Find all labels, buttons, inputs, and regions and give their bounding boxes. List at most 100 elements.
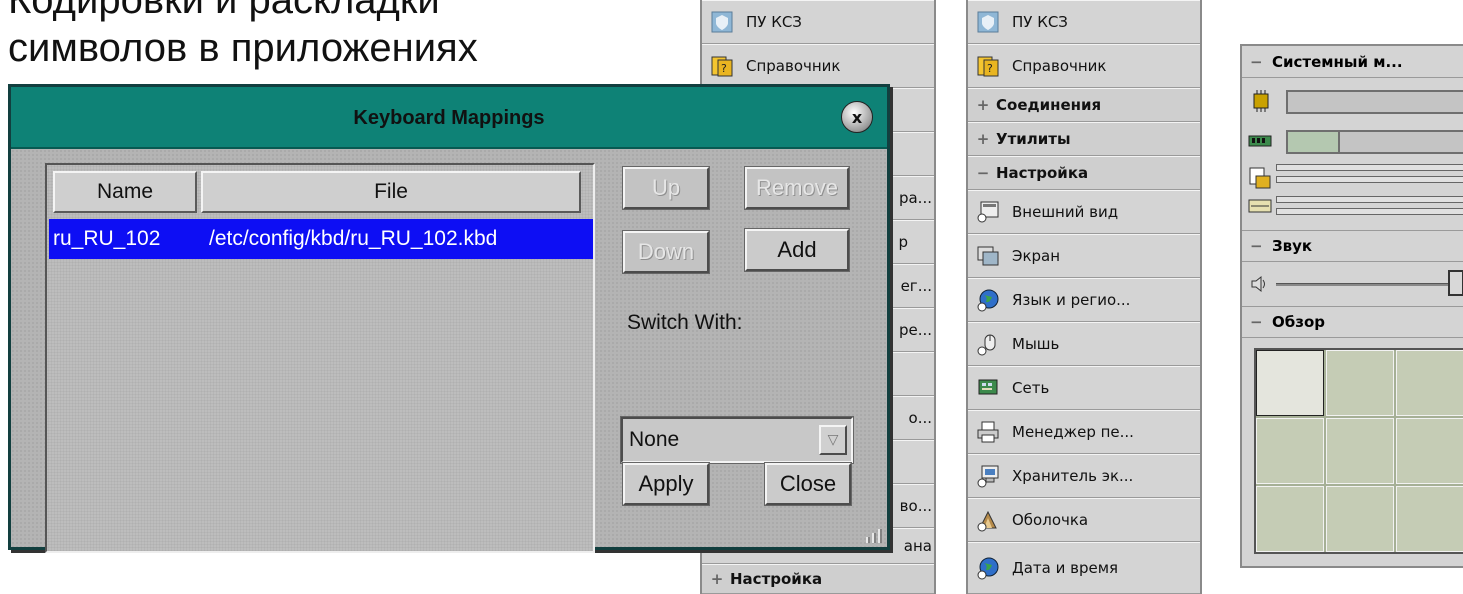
launcher-item-screensaver[interactable]: Хранитель эк... [968,454,1200,498]
launcher-item-fragment: о... [908,409,932,427]
switch-with-label: Switch With: [627,311,743,334]
dialog-title: Keyboard Mappings [353,107,545,129]
workspace-overview-grid [1254,348,1463,554]
chevron-down-icon[interactable]: ▽ [819,425,847,455]
launcher-item-print-manager[interactable]: Менеджер пе... [968,410,1200,454]
speaker-icon [1250,274,1270,298]
help-book-icon: ? [710,54,734,78]
launcher-item-shell[interactable]: Оболочка [968,498,1200,542]
disk-usage-bar [1276,176,1463,183]
collapse-icon: − [1250,52,1263,71]
apply-button[interactable]: Apply [622,462,710,506]
workspace-cell[interactable] [1396,418,1463,484]
volume-track[interactable] [1276,283,1463,286]
workspace-cell[interactable] [1326,486,1394,552]
shell-icon [976,508,1000,532]
expand-icon: + [976,130,990,148]
overview-header[interactable]: − Обзор [1242,306,1463,338]
memory-usage-bar [1286,130,1463,154]
swap-icon [1248,198,1272,218]
column-header-name[interactable]: Name [53,171,197,213]
launcher-item-label: Справочник [746,57,841,75]
launcher-item-fragment: ана [903,537,932,555]
expand-icon: + [976,96,990,114]
launcher-item-label: Менеджер пе... [1012,423,1134,441]
expand-icon: + [710,570,724,588]
dialog-titlebar[interactable]: Keyboard Mappings x [11,87,887,149]
table-row[interactable]: ru_RU_102 /etc/config/kbd/ru_RU_102.kbd [49,219,593,259]
globe-icon [976,288,1000,312]
cpu-usage-bar [1286,90,1463,114]
mapping-file: /etc/config/kbd/ru_RU_102.kbd [209,227,498,250]
mouse-icon [976,332,1000,356]
memory-usage-fill [1288,132,1340,152]
launcher-item-fragment: во... [899,497,932,515]
launcher-item-label: Дата и время [1012,559,1119,577]
display-icon [976,244,1000,268]
up-button[interactable]: Up [622,166,710,210]
dialog-body: Name File ru_RU_102 /etc/config/kbd/ru_R… [11,149,887,553]
launcher-group-settings[interactable]: + Настройка [702,564,934,594]
launcher-item-language[interactable]: Язык и регио... [968,278,1200,322]
launcher-item-label: Экран [1012,247,1061,265]
launcher-item-date-time[interactable]: Дата и время [968,542,1200,594]
launcher-item-fragment: р [898,233,908,251]
system-monitor-header[interactable]: − Системный м... [1242,46,1463,78]
launcher-item-pu-ksz[interactable]: ПУ КСЗ [968,0,1200,44]
column-header-file[interactable]: File [201,171,581,213]
screensaver-icon [976,464,1000,488]
group-label: Утилиты [996,130,1071,148]
launcher-item-mouse[interactable]: Мышь [968,322,1200,366]
launcher-item-reference[interactable]: ? Справочник [702,44,934,88]
workspace-cell[interactable] [1326,350,1394,416]
launcher-item-pu-ksz[interactable]: ПУ КСЗ [702,0,934,44]
launcher-item-label: Сеть [1012,379,1050,397]
disk-usage-bar [1276,164,1463,171]
collapse-icon: − [1250,313,1263,331]
launcher-item-display[interactable]: Экран [968,234,1200,278]
workspace-cell[interactable] [1396,350,1463,416]
storage-icon [1248,166,1272,194]
workspace-cell[interactable] [1326,418,1394,484]
workspace-cell[interactable] [1256,486,1324,552]
cpu-icon [1250,90,1272,116]
launcher-group-connections[interactable]: + Соединения [968,88,1200,122]
switch-with-select[interactable]: None ▽ [620,416,854,464]
mapping-name: ru_RU_102 [53,227,161,250]
overview-title: Обзор [1272,313,1325,331]
launcher-item-appearance[interactable]: Внешний вид [968,190,1200,234]
launcher-item-fragment: ег... [900,277,932,295]
collapse-icon: − [976,164,990,182]
workspace-cell[interactable] [1256,350,1324,416]
swap-usage-bar [1276,196,1463,203]
launcher-item-network[interactable]: Сеть [968,366,1200,410]
launcher-item-label: Справочник [1012,57,1107,75]
shield-icon [976,10,1000,34]
group-label: Настройка [730,570,823,588]
clock-globe-icon [976,556,1000,580]
remove-button[interactable]: Remove [744,166,850,210]
mappings-list[interactable]: Name File ru_RU_102 /etc/config/kbd/ru_R… [45,163,595,553]
launcher-group-utilities[interactable]: + Утилиты [968,122,1200,156]
swap-usage-bar [1276,208,1463,215]
add-button[interactable]: Add [744,228,850,272]
launcher-item-fragment: ре... [898,321,932,339]
down-button[interactable]: Down [622,230,710,274]
close-button[interactable]: Close [764,462,852,506]
svg-text:?: ? [721,62,727,75]
workspace-cell[interactable] [1396,486,1463,552]
system-monitor-frame: − Системный м... − Звук − Обзор [1240,44,1463,568]
sound-title: Звук [1272,237,1313,255]
caption-line-2: символов в приложениях [8,26,478,70]
launcher-item-label: Оболочка [1012,511,1089,529]
resize-grip-icon[interactable] [857,521,885,545]
sound-header[interactable]: − Звук [1242,230,1463,262]
close-icon[interactable]: x [841,101,873,133]
slide-caption: Кодировки и раскладки символов в приложе… [8,0,688,84]
keyboard-mappings-dialog: Keyboard Mappings x Name File ru_RU_102 … [8,84,890,553]
network-icon [976,376,1000,400]
launcher-item-reference[interactable]: ? Справочник [968,44,1200,88]
workspace-cell[interactable] [1256,418,1324,484]
volume-slider-handle[interactable] [1448,270,1463,296]
launcher-group-settings[interactable]: − Настройка [968,156,1200,190]
